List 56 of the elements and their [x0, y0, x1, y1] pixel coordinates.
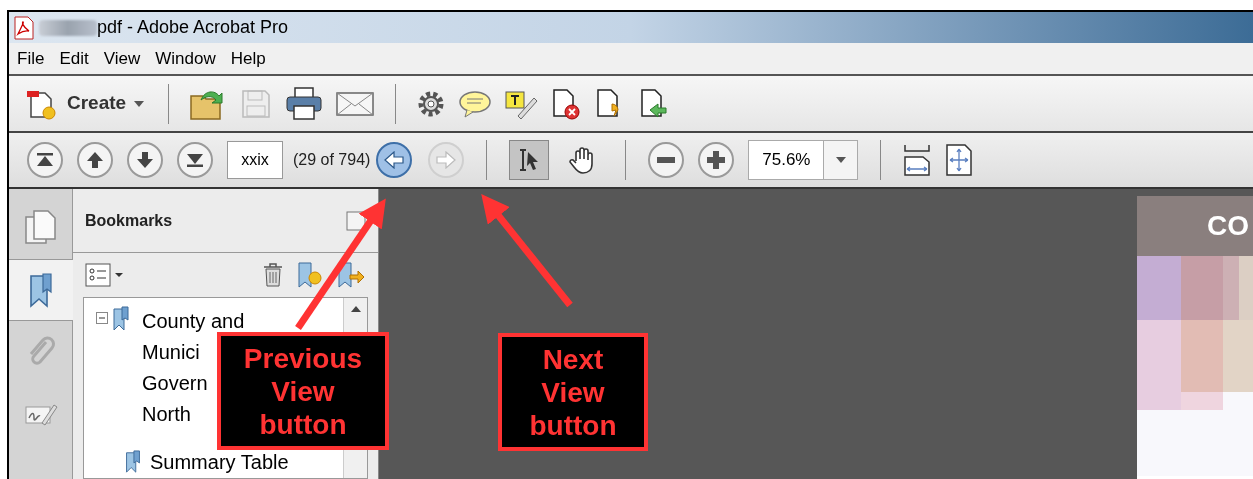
scroll-up-icon[interactable] [350, 306, 361, 312]
left-arrow-icon [384, 151, 405, 169]
delete-document-icon[interactable] [550, 87, 583, 120]
zoom-out-button[interactable] [648, 142, 685, 178]
callout-text: Next View button [529, 342, 617, 442]
up-arrow-icon [86, 151, 104, 169]
bookmark-label[interactable]: County and [142, 306, 245, 337]
previous-view-button[interactable] [376, 142, 413, 178]
menu-item[interactable]: Edit [59, 45, 89, 72]
down-arrow-icon [136, 151, 154, 169]
page-number-field[interactable]: xxix [227, 141, 283, 179]
menu-item[interactable]: File [17, 45, 45, 72]
trash-icon[interactable] [262, 262, 284, 288]
zoom-field[interactable]: 75.6% [748, 140, 859, 180]
redacted-filename [39, 19, 97, 36]
options-icon[interactable] [85, 263, 125, 287]
bookmark-icon [28, 272, 54, 308]
sidebar-tab[interactable] [9, 259, 73, 321]
pdf-file-icon [13, 15, 35, 40]
fit-width-icon[interactable] [903, 143, 932, 177]
comment-icon[interactable] [458, 88, 493, 119]
menu-item[interactable]: Help [230, 45, 266, 72]
zoom-in-button[interactable] [698, 142, 735, 178]
right-arrow-icon [436, 151, 457, 169]
window-title: pdf - Adobe Acrobat Pro [97, 16, 289, 39]
page-heading: CO [1207, 212, 1249, 240]
first-page-button[interactable] [27, 142, 63, 178]
page-count: (29 of 794) [293, 150, 371, 170]
caret-icon [134, 100, 145, 107]
callout-text: Previous View button [243, 341, 363, 441]
menu-item[interactable]: Window [155, 45, 216, 72]
bookmark-icon [124, 450, 142, 474]
collapse-icon[interactable] [96, 312, 108, 324]
last-page-icon [186, 152, 204, 168]
bookmark-icon [112, 306, 130, 332]
bookmark-arrow-icon[interactable] [336, 261, 366, 289]
bookmark-label[interactable]: Govern [142, 368, 208, 399]
minus-icon [657, 157, 676, 163]
previous-page-button[interactable] [77, 142, 113, 178]
new-bookmark-icon[interactable] [296, 261, 324, 289]
bookmark-label[interactable]: North [142, 399, 191, 430]
plus-icon [707, 151, 726, 169]
fit-page-icon[interactable] [945, 143, 974, 177]
bookmark-label[interactable]: Summary Table [150, 450, 289, 474]
create-button[interactable]: Create [21, 86, 149, 121]
panel-title: Bookmarks [85, 210, 173, 231]
last-page-button[interactable] [177, 142, 213, 178]
first-page-icon [36, 152, 54, 168]
print-icon[interactable] [285, 85, 324, 122]
caret-icon [835, 157, 846, 163]
next-page-button[interactable] [127, 142, 163, 178]
collapse-panel-icon[interactable] [346, 210, 366, 231]
select-tool-button[interactable] [509, 140, 550, 180]
pages-icon [23, 209, 58, 247]
menu-item[interactable]: View [103, 45, 141, 72]
bookmark-label[interactable]: Munici [142, 337, 200, 368]
